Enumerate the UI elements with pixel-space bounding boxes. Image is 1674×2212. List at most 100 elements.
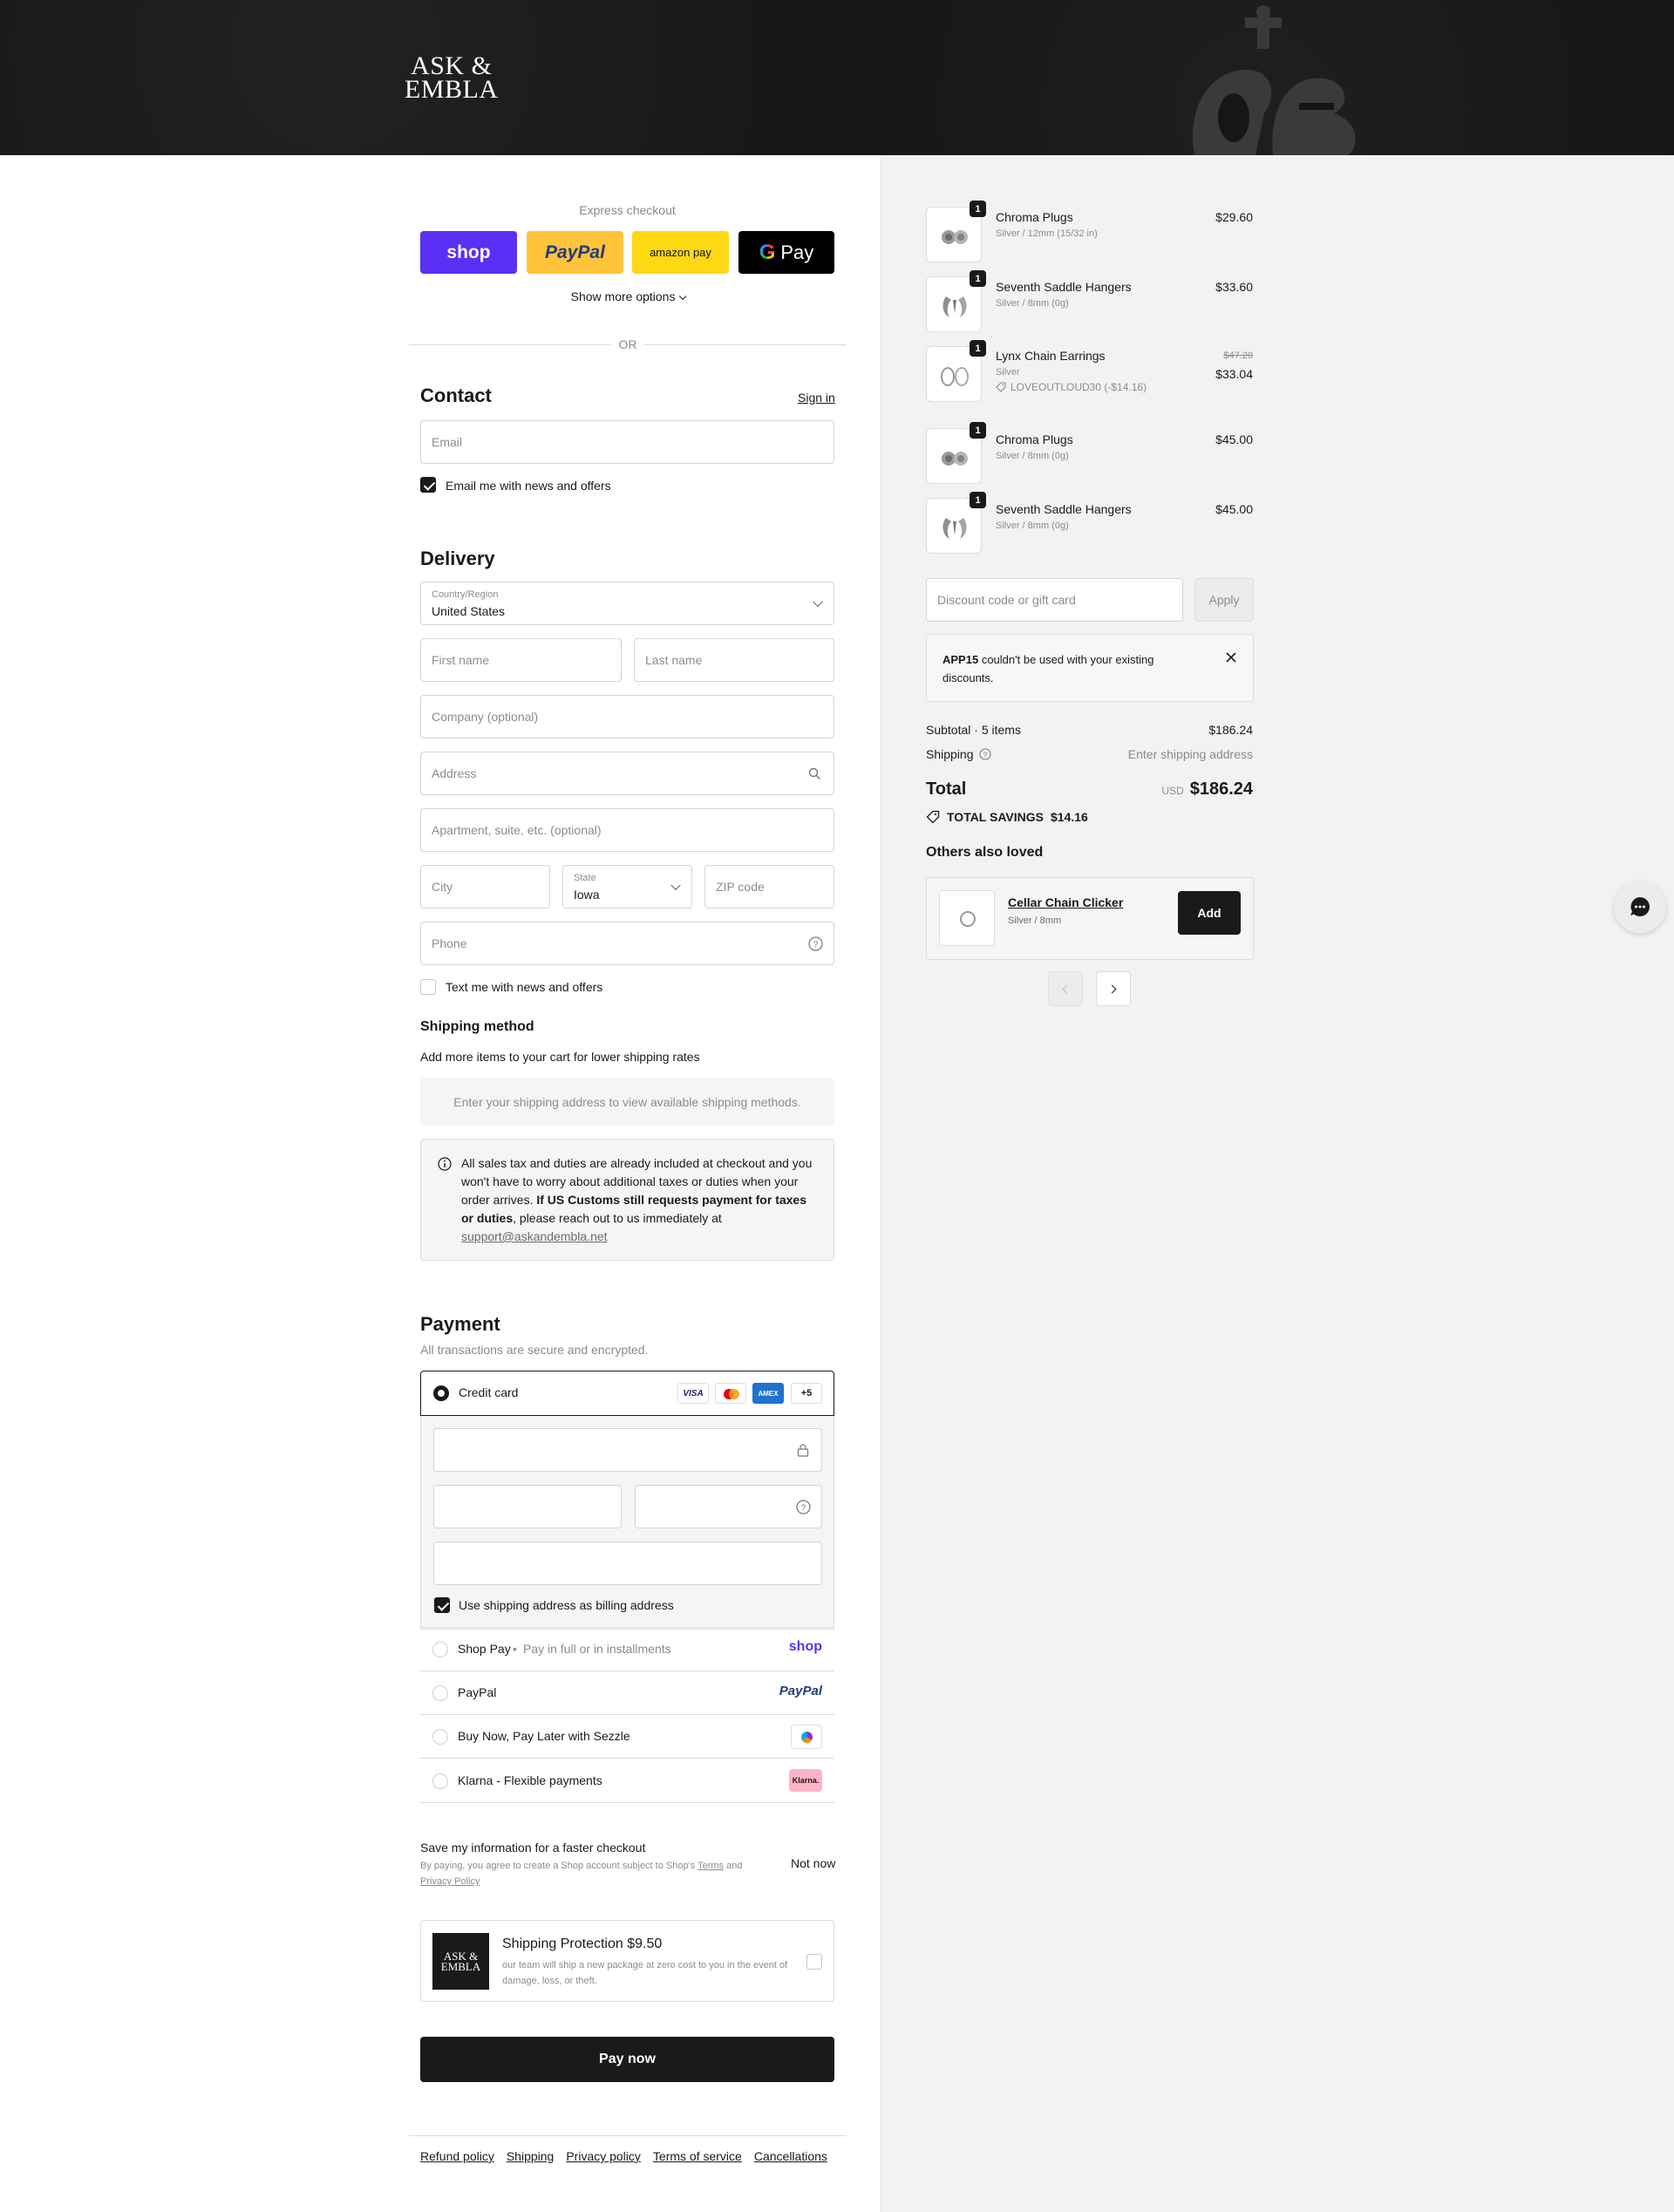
- paypal-radio[interactable]: [432, 1685, 448, 1701]
- savings-label: TOTAL SAVINGS: [947, 810, 1044, 824]
- address-placeholder: Address: [432, 766, 477, 780]
- shipping-value: Enter shipping address: [1127, 747, 1253, 761]
- sign-in-link[interactable]: Sign in: [798, 391, 835, 405]
- help-circle-icon[interactable]: ?: [808, 936, 823, 951]
- zip-placeholder: ZIP code: [716, 880, 765, 894]
- credit-card-option[interactable]: Credit card VISA AMEX +5: [420, 1371, 834, 1416]
- upsell-product-link[interactable]: Cellar Chain Clicker: [1008, 895, 1123, 909]
- shop-terms-link[interactable]: Terms: [698, 1861, 724, 1871]
- cart-item-price: $45.00: [1215, 432, 1253, 446]
- apartment-placeholder: Apartment, suite, etc. (optional): [432, 823, 602, 837]
- address-field[interactable]: Address: [420, 752, 834, 795]
- save-info-title: Save my information for a faster checkou…: [420, 1841, 646, 1855]
- svg-text:?: ?: [801, 1504, 806, 1514]
- apartment-field[interactable]: Apartment, suite, etc. (optional): [420, 808, 834, 852]
- klarna-option[interactable]: Klarna - Flexible payments Klarna.: [420, 1758, 834, 1803]
- cart-item-name: Seventh Saddle Hangers: [996, 280, 1132, 294]
- paypal-logo-icon: PayPal: [779, 1684, 822, 1698]
- upsell-product-variant: Silver / 8mm: [1008, 915, 1062, 926]
- carousel-next-button[interactable]: [1096, 971, 1131, 1006]
- company-field[interactable]: Company (optional): [420, 695, 834, 738]
- more-cards-text: +5: [800, 1388, 813, 1399]
- quantity-badge: 1: [970, 340, 986, 357]
- paypal-option[interactable]: PayPal PayPal: [420, 1671, 834, 1714]
- last-name-field[interactable]: Last name: [634, 638, 834, 682]
- country-select[interactable]: Country/Region United States: [420, 582, 834, 625]
- support-email-link[interactable]: support@askandembla.net: [461, 1228, 819, 1246]
- card-number-field[interactable]: [433, 1428, 822, 1472]
- credit-card-radio[interactable]: [433, 1385, 449, 1401]
- chat-widget-button[interactable]: [1614, 881, 1666, 933]
- apply-discount-button[interactable]: Apply: [1194, 578, 1254, 622]
- sezzle-radio[interactable]: [432, 1729, 448, 1745]
- phone-field[interactable]: Phone ?: [420, 922, 834, 965]
- sezzle-label: Buy Now, Pay Later with Sezzle: [458, 1729, 630, 1743]
- first-name-field[interactable]: First name: [420, 638, 622, 682]
- klarna-radio[interactable]: [432, 1773, 448, 1789]
- info-icon: [438, 1157, 452, 1171]
- cart-item-price: $33.04: [1215, 367, 1253, 381]
- close-icon[interactable]: [1226, 652, 1236, 663]
- email-news-checkbox[interactable]: [420, 477, 436, 493]
- chat-bubble-icon: [1630, 897, 1650, 916]
- shop-pay-sublabel: Pay in full or in installments: [523, 1642, 671, 1656]
- zip-field[interactable]: ZIP code: [704, 865, 834, 909]
- klarna-logo-icon: Klarna.: [789, 1769, 822, 1792]
- shipping-policy-link[interactable]: Shipping: [507, 2149, 555, 2163]
- not-now-button[interactable]: Not now: [791, 1856, 835, 1870]
- cart-item-variant: Silver / 8mm (0g): [996, 298, 1069, 309]
- divider-left: [409, 344, 611, 345]
- cart-item-original-price: $47.20: [1223, 351, 1253, 361]
- quantity-badge: 1: [970, 492, 986, 508]
- footer-links: Refund policy Shipping Privacy policy Te…: [420, 2149, 840, 2163]
- sezzle-option[interactable]: Buy Now, Pay Later with Sezzle: [420, 1714, 834, 1758]
- cancellations-link[interactable]: Cancellations: [754, 2149, 827, 2163]
- security-code-field[interactable]: ?: [635, 1485, 822, 1528]
- billing-address-checkbox[interactable]: [434, 1597, 450, 1613]
- svg-text:?: ?: [983, 751, 987, 759]
- show-more-options-link[interactable]: Show more options: [420, 289, 834, 303]
- mastercard-icon: [715, 1383, 746, 1404]
- pay-now-label: Pay now: [599, 2052, 656, 2066]
- shipping-protection-title: Shipping Protection $9.50: [502, 1936, 663, 1951]
- shipping-protection-checkbox[interactable]: [806, 1954, 822, 1970]
- shop-pay-radio[interactable]: [432, 1642, 448, 1657]
- shop-pay-option[interactable]: Shop Pay • Pay in full or in installment…: [420, 1627, 834, 1671]
- pay-now-button[interactable]: Pay now: [420, 2037, 834, 2082]
- google-pay-express-button[interactable]: G Pay: [738, 231, 834, 274]
- discount-code-field[interactable]: Discount code or gift card: [926, 578, 1183, 622]
- product-thumbnail: 1: [926, 422, 986, 484]
- brand-logo[interactable]: ASK & EMBLA: [405, 53, 499, 103]
- upsell-add-button[interactable]: Add: [1178, 891, 1241, 935]
- payment-subtitle: All transactions are secure and encrypte…: [420, 1343, 649, 1357]
- chevron-down-icon: [813, 596, 823, 608]
- carousel-prev-button[interactable]: [1048, 971, 1083, 1006]
- shipping-placeholder-text: Enter your shipping address to view avai…: [453, 1094, 801, 1109]
- phone-placeholder: Phone: [432, 936, 467, 950]
- state-label: State: [574, 873, 596, 883]
- amex-icon: AMEX: [752, 1383, 784, 1404]
- google-pay-label: Pay: [780, 241, 814, 263]
- text-news-checkbox[interactable]: [420, 979, 436, 995]
- amazon-pay-express-button[interactable]: amazon pay: [632, 231, 729, 274]
- state-select[interactable]: State Iowa: [562, 865, 692, 909]
- name-on-card-field[interactable]: [433, 1542, 822, 1585]
- refund-policy-link[interactable]: Refund policy: [420, 2149, 494, 2163]
- chevron-right-icon: [1107, 984, 1117, 994]
- terms-of-service-link[interactable]: Terms of service: [653, 2149, 742, 2163]
- city-field[interactable]: City: [420, 865, 550, 909]
- privacy-policy-link[interactable]: Privacy policy: [566, 2149, 641, 2163]
- cart-item-variant: Silver / 8mm (0g): [996, 451, 1069, 461]
- paypal-express-button[interactable]: PayPal: [527, 231, 623, 274]
- email-field[interactable]: Email: [420, 420, 834, 464]
- email-news-label: Email me with news and offers: [446, 479, 611, 493]
- expiration-date-field[interactable]: [433, 1485, 622, 1528]
- help-circle-icon[interactable]: ?: [796, 1500, 811, 1514]
- brand-logo-thumbnail: ASK & EMBLA: [432, 1933, 489, 1990]
- notice-tail: , please reach out to us immediately at: [513, 1211, 722, 1225]
- cart-item-name: Seventh Saddle Hangers: [996, 502, 1132, 516]
- total-row: USD $186.24: [1161, 779, 1253, 800]
- shop-pay-express-button[interactable]: shop: [420, 231, 517, 274]
- help-circle-icon[interactable]: ?: [978, 748, 991, 760]
- shop-privacy-link[interactable]: Privacy Policy: [420, 1874, 778, 1889]
